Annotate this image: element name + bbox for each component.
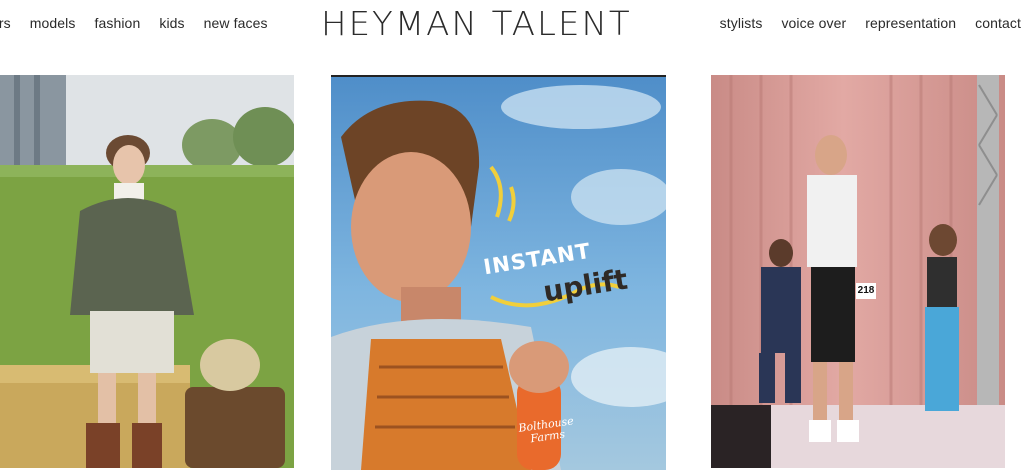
nav-item-voice-over[interactable]: voice over bbox=[781, 15, 846, 31]
nav-item-representation[interactable]: representation bbox=[865, 15, 956, 31]
nav-item-fashion[interactable]: fashion bbox=[94, 15, 140, 31]
photo-instant-uplift-ad[interactable]: INSTANT uplift Bolthouse Farms bbox=[331, 75, 666, 470]
photo-girl-in-field-image bbox=[0, 75, 294, 468]
nav-item-actors[interactable]: ors bbox=[0, 15, 11, 31]
photo-kids-runway[interactable]: 218 bbox=[711, 75, 1005, 468]
nav-item-models[interactable]: models bbox=[30, 15, 76, 31]
nav-right: stylists voice over representation conta… bbox=[701, 15, 1021, 31]
site-logo[interactable]: HEYMAN TALENT bbox=[321, 4, 632, 43]
nav-left: ors models fashion kids new faces bbox=[0, 15, 287, 31]
nav-item-stylists[interactable]: stylists bbox=[720, 15, 763, 31]
photo-kids-runway-image bbox=[711, 75, 1005, 468]
nav-item-new-faces[interactable]: new faces bbox=[204, 15, 268, 31]
nav-item-kids[interactable]: kids bbox=[159, 15, 184, 31]
photo-girl-in-field[interactable] bbox=[0, 75, 294, 468]
nav-item-contact[interactable]: contact bbox=[975, 15, 1021, 31]
runway-bib-number: 218 bbox=[856, 283, 876, 299]
